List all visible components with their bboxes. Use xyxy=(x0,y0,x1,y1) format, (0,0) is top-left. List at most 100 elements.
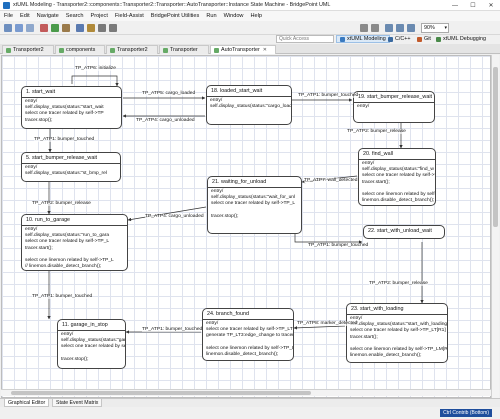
minimize-button[interactable]: — xyxy=(446,0,464,11)
perspective-cpp[interactable]: C/C++ xyxy=(385,35,414,43)
font-icon[interactable] xyxy=(385,24,393,32)
state-body: entry/ self.display_status(status:"start… xyxy=(350,316,448,359)
tab-label: components xyxy=(66,47,96,53)
external-tools-icon[interactable] xyxy=(62,24,70,32)
forward-icon[interactable] xyxy=(109,24,117,32)
back-icon[interactable] xyxy=(98,24,106,32)
transition-label[interactable]: TP_ATP2: bumper_release xyxy=(369,281,428,286)
menu-window[interactable]: Window xyxy=(224,13,244,19)
close-button[interactable]: ✕ xyxy=(482,0,500,11)
perspective-git[interactable]: Git xyxy=(414,35,434,43)
zoom-select[interactable]: 90% ▾ xyxy=(421,23,449,33)
run-icon[interactable] xyxy=(51,24,59,32)
menu-search[interactable]: Search xyxy=(66,13,84,19)
transition-label[interactable]: TP_ATP1: bumper_touched xyxy=(142,327,203,332)
menu-bar: File Edit Navigate Search Project Field-… xyxy=(0,11,500,21)
menu-file[interactable]: File xyxy=(4,13,13,19)
vertical-scrollbar[interactable] xyxy=(491,55,499,398)
align-icon[interactable] xyxy=(360,24,368,32)
scroll-thumb[interactable] xyxy=(11,391,311,395)
transition-label[interactable]: TP_ATP1: bumper_touched xyxy=(308,243,369,248)
state-name: 18. loaded_start_wait xyxy=(207,86,291,97)
app-icon xyxy=(3,1,10,9)
tab-label: Transporter xyxy=(170,47,198,53)
menu-bridgepoint-utilities[interactable]: BridgePoint Utilities xyxy=(151,13,200,19)
maximize-button[interactable]: ☐ xyxy=(464,0,482,11)
search-icon[interactable] xyxy=(76,24,84,32)
state-24-branch-found[interactable]: 24. branch_found entry/ select one trace… xyxy=(202,308,294,361)
tab-components[interactable]: components xyxy=(55,45,105,54)
perspective-bar: Quick Access xtUML Modeling C/C++ Git xt… xyxy=(0,35,500,44)
transition-label[interactable]: TP_ATP4: cargo_unloaded xyxy=(136,118,195,123)
window-title-bar: xtUML Modeling - Transporter2::component… xyxy=(0,0,500,11)
line-color-icon[interactable] xyxy=(396,24,404,32)
state-23-start-with-loading[interactable]: 23. start_with_loading entry/ self.displ… xyxy=(346,303,448,363)
class-icon xyxy=(163,47,168,53)
transition-label[interactable]: TP_ATP1: bumper_touched xyxy=(298,93,359,98)
package-icon xyxy=(6,47,11,53)
state-name: 21. waiting_for_unload xyxy=(208,177,301,188)
state-1-start-wait[interactable]: 1. start_wait entry/ self.display_status… xyxy=(21,86,122,129)
package-icon xyxy=(59,47,64,53)
scroll-thumb[interactable] xyxy=(493,67,498,227)
menu-edit[interactable]: Edit xyxy=(20,13,30,19)
horizontal-scrollbar[interactable] xyxy=(1,389,491,396)
debug-icon[interactable] xyxy=(40,24,48,32)
tab-transporter[interactable]: Transporter xyxy=(159,45,209,54)
new-icon[interactable] xyxy=(4,24,12,32)
chevron-down-icon: ▾ xyxy=(444,25,447,31)
xtuml-modeling-icon xyxy=(340,36,345,42)
transition-label[interactable]: TP_ATP2: bumper_release xyxy=(347,129,406,134)
save-all-icon[interactable] xyxy=(26,24,34,32)
state-20-find-wall[interactable]: 20. find_wall entry/ self.display_status… xyxy=(358,148,436,206)
state-10-run-to-garage[interactable]: 10. run_to_garage entry/ self.display_st… xyxy=(21,214,128,271)
zoom-value: 90% xyxy=(424,25,435,31)
state-11-garage-in-stop[interactable]: 11. garage_in_stop entry/ self.display_s… xyxy=(57,319,126,369)
tab-transporter2[interactable]: Transporter2 xyxy=(2,45,54,54)
status-bar: Ctrl Contrib (Bottom) xyxy=(0,407,500,419)
tab-state-event-matrix[interactable]: State Event Matrix xyxy=(52,399,103,407)
component-icon xyxy=(110,47,115,53)
quick-access-input[interactable]: Quick Access xyxy=(276,35,334,43)
transition-label[interactable]: TP_ATP1: bumper_touched xyxy=(34,137,95,142)
window-title: xtUML Modeling - Transporter2::component… xyxy=(13,2,331,8)
transition-initialize xyxy=(71,75,119,87)
menu-run[interactable]: Run xyxy=(206,13,216,19)
state-body: entry/ self.display_status(status:"run_t… xyxy=(25,227,114,270)
state-22-start-with-unload-wait[interactable]: 22. start_with_unload_wait xyxy=(363,225,445,239)
state-body: entry/ self.display_status(status:"gar s… xyxy=(61,332,126,362)
state-name: 23. start_with_loading xyxy=(347,304,447,315)
save-icon[interactable] xyxy=(15,24,23,32)
perspective-xtuml-debugging[interactable]: xtUML Debugging xyxy=(433,35,489,43)
menu-navigate[interactable]: Navigate xyxy=(37,13,59,19)
state-5-start-bumper-release-wait[interactable]: 5. start_bumper_release_wait entry/ self… xyxy=(21,152,121,182)
tab-label: Transporter2 xyxy=(13,47,44,53)
distribute-icon[interactable] xyxy=(371,24,379,32)
cpp-icon xyxy=(388,36,393,42)
state-18-loaded-start-wait[interactable]: 18. loaded_start_wait entry/ self.displa… xyxy=(206,85,292,125)
build-icon[interactable] xyxy=(87,24,95,32)
fill-color-icon[interactable] xyxy=(407,24,415,32)
transition-label[interactable]: TP_ATP1: bumper_touched xyxy=(32,294,93,299)
menu-field-assist[interactable]: Field-Assist xyxy=(115,13,144,19)
tab-transporter2-component[interactable]: Transporter2 xyxy=(106,45,158,54)
state-name: 22. start_with_unload_wait xyxy=(368,228,432,234)
menu-help[interactable]: Help xyxy=(250,13,262,19)
state-19-start-bumper-release-wait[interactable]: 19. start_bumper_release_wait entry/ xyxy=(353,91,435,123)
close-tab-icon[interactable]: ✕ xyxy=(263,47,267,53)
state-diagram-canvas[interactable]: 1. start_wait entry/ self.display_status… xyxy=(1,55,491,398)
perspective-label: xtUML Debugging xyxy=(443,36,486,42)
transition-label[interactable]: TP_ATP8: marker_detected xyxy=(297,321,358,326)
tab-autotransporter[interactable]: AutoTransporter ✕ xyxy=(210,45,276,54)
transition-label[interactable]: TP_ATP4: cargo_unloaded xyxy=(145,214,204,219)
perspective-xtuml-modeling[interactable]: xtUML Modeling xyxy=(336,35,390,43)
tab-graphical-editor[interactable]: Graphical Editor xyxy=(4,399,50,407)
state-21-waiting-for-unload[interactable]: 21. waiting_for_unload entry/ self.displ… xyxy=(207,176,302,234)
transition-label[interactable]: TP_ATP7: wall_detected xyxy=(304,178,358,183)
transition-label[interactable]: TP_ATP5: cargo_loaded xyxy=(142,91,196,96)
transition-label[interactable]: TP_ATP2: bumper_release xyxy=(32,201,91,206)
git-icon xyxy=(417,36,422,42)
transition-label[interactable]: TP_ATP6: initialize xyxy=(75,66,116,71)
ctrl-contrib-bottom[interactable]: Ctrl Contrib (Bottom) xyxy=(440,409,492,417)
menu-project[interactable]: Project xyxy=(90,13,107,19)
